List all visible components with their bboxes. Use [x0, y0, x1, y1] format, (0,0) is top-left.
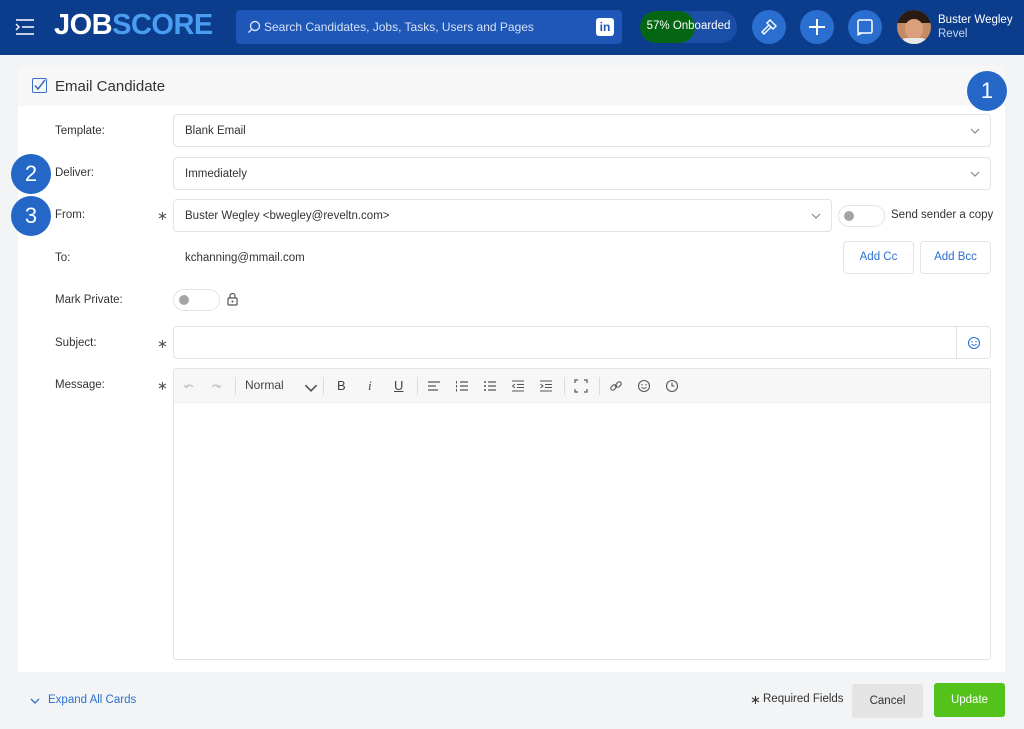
cancel-button[interactable]: Cancel: [852, 684, 923, 718]
required-marker: ∗: [157, 336, 168, 351]
plus-icon: [809, 19, 825, 35]
logo-part1: JOB: [54, 9, 113, 41]
deliver-label: Deliver:: [55, 167, 94, 179]
indent-icon[interactable]: [539, 379, 553, 393]
user-company: Revel: [938, 28, 968, 40]
chevron-down-icon[interactable]: [30, 697, 40, 705]
italic-button[interactable]: i: [368, 378, 372, 394]
mark-private-label: Mark Private:: [55, 294, 123, 306]
toggle-knob: [179, 295, 189, 305]
from-value: Buster Wegley <bwegley@reveltn.com>: [185, 210, 390, 222]
add-cc-button[interactable]: Add Cc: [843, 241, 914, 274]
card-title: Email Candidate: [55, 78, 166, 95]
user-name[interactable]: Buster Wegley: [938, 14, 1013, 26]
lock-icon: [227, 292, 238, 306]
template-select[interactable]: Blank Email: [173, 114, 991, 147]
mark-private-toggle[interactable]: [173, 289, 220, 311]
align-left-icon[interactable]: [427, 379, 441, 393]
logo-part2: SCORE: [112, 9, 213, 41]
send-copy-label: Send sender a copy: [891, 209, 994, 221]
redo-icon[interactable]: [209, 379, 223, 393]
card-header: Email Candidate: [18, 66, 1005, 106]
search-icon: [248, 20, 261, 33]
emoji-button[interactable]: [956, 327, 990, 358]
menu-toggle-icon[interactable]: [14, 16, 38, 38]
chevron-down-icon: [811, 213, 821, 219]
editor-toolbar: Normal B i U: [174, 369, 990, 403]
deliver-select[interactable]: Immediately: [173, 157, 991, 190]
subject-label: Subject:: [55, 337, 97, 349]
bullet-list-icon[interactable]: [483, 379, 497, 393]
onboarded-progress[interactable]: 57% Onboarded: [640, 11, 737, 43]
to-label: To:: [55, 252, 71, 264]
clock-icon[interactable]: [665, 379, 679, 393]
search-placeholder: Search Candidates, Jobs, Tasks, Users an…: [264, 20, 534, 34]
footer-bar: Expand All Cards ∗ Required Fields Cance…: [0, 676, 1024, 729]
required-marker: ∗: [157, 378, 168, 393]
top-bar: JOBSCORE Search Candidates, Jobs, Tasks,…: [0, 0, 1024, 55]
step-badge-2: 2: [11, 154, 51, 194]
send-copy-toggle[interactable]: [838, 205, 885, 227]
toolbar-divider: [564, 377, 565, 395]
add-button[interactable]: [800, 10, 834, 44]
toggle-knob: [844, 211, 854, 221]
from-select[interactable]: Buster Wegley <bwegley@reveltn.com>: [173, 199, 832, 232]
deliver-value: Immediately: [185, 168, 247, 180]
card-check-icon[interactable]: [32, 78, 47, 93]
avatar-shirt: [899, 38, 929, 44]
ordered-list-icon[interactable]: [455, 379, 469, 393]
avatar[interactable]: [897, 10, 931, 44]
message-label: Message:: [55, 379, 105, 391]
hammer-icon: [761, 19, 777, 35]
hammer-button[interactable]: [752, 10, 786, 44]
message-editor[interactable]: Normal B i U: [173, 368, 991, 660]
step-badge-3: 3: [11, 196, 51, 236]
required-star: ∗: [750, 692, 761, 707]
format-select[interactable]: Normal: [245, 378, 284, 392]
chevron-down-icon: [970, 128, 980, 134]
link-icon[interactable]: [609, 379, 623, 393]
template-label: Template:: [55, 125, 105, 137]
smiley-icon[interactable]: [637, 379, 651, 393]
undo-icon[interactable]: [182, 379, 196, 393]
template-value: Blank Email: [185, 125, 246, 137]
toolbar-divider: [417, 377, 418, 395]
jobscore-logo[interactable]: JOBSCORE: [54, 9, 213, 42]
add-bcc-button[interactable]: Add Bcc: [920, 241, 991, 274]
inbox-button[interactable]: [848, 10, 882, 44]
update-button[interactable]: Update: [934, 683, 1005, 717]
toolbar-divider: [235, 377, 236, 395]
step-badge-1: 1: [967, 71, 1007, 111]
onboarded-label: 57% Onboarded: [646, 20, 731, 32]
required-marker: ∗: [157, 208, 168, 223]
linkedin-icon[interactable]: in: [596, 18, 614, 36]
smiley-icon: [967, 336, 981, 350]
to-value: kchanning@mmail.com: [185, 252, 305, 264]
fullscreen-icon[interactable]: [574, 379, 588, 393]
global-search[interactable]: Search Candidates, Jobs, Tasks, Users an…: [236, 10, 622, 44]
required-fields-note: Required Fields: [763, 693, 844, 705]
from-label: From:: [55, 209, 86, 221]
avatar-face: [905, 19, 923, 39]
toolbar-divider: [323, 377, 324, 395]
chevron-down-icon: [304, 384, 318, 392]
chevron-down-icon: [970, 171, 980, 177]
bold-button[interactable]: B: [337, 378, 346, 393]
underline-button[interactable]: U: [394, 378, 403, 393]
toolbar-divider: [599, 377, 600, 395]
outdent-icon[interactable]: [511, 379, 525, 393]
subject-input[interactable]: [173, 326, 991, 359]
inbox-icon: [857, 19, 873, 37]
expand-all-cards-link[interactable]: Expand All Cards: [48, 694, 136, 706]
